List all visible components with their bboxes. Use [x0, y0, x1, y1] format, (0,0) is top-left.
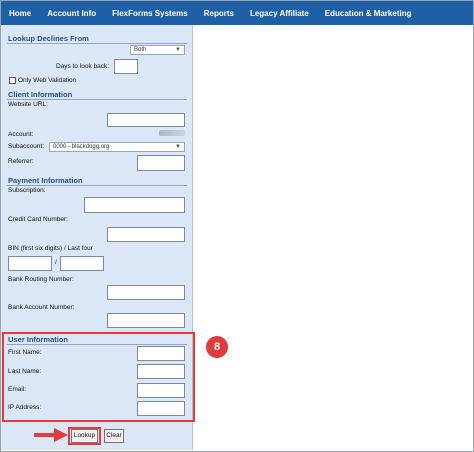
section-divider: [7, 185, 187, 186]
decline-type-value: Both: [134, 47, 147, 53]
referrer-label: Referrer:: [8, 158, 34, 165]
days-input[interactable]: [114, 59, 138, 74]
website-label: Website URL:: [8, 101, 48, 108]
user-info-highlight: [2, 332, 195, 422]
nav-reports[interactable]: Reports: [196, 9, 242, 18]
payment-section-title: Payment Information: [8, 176, 83, 185]
chevron-down-icon: ▼: [175, 47, 181, 53]
subscription-label: Subscription:: [8, 187, 46, 194]
subaccount-value: 0000 - blackdogg.org: [53, 144, 110, 150]
only-web-checkbox[interactable]: [9, 77, 16, 84]
nav-legacy-affiliate[interactable]: Legacy Affiliate: [242, 9, 317, 18]
subaccount-select[interactable]: 0000 - blackdogg.org ▼: [49, 142, 185, 152]
nav-education-marketing[interactable]: Education & Marketing: [317, 9, 420, 18]
subscription-input[interactable]: [84, 197, 185, 213]
nav-account-info[interactable]: Account Info: [39, 9, 104, 18]
decline-type-select[interactable]: Both ▼: [130, 45, 185, 55]
bin-input[interactable]: [8, 256, 52, 271]
lookup-section-title: Lookup Declines From: [8, 34, 89, 43]
routing-label: Bank Routing Number:: [8, 276, 74, 283]
referrer-input[interactable]: [137, 155, 185, 171]
only-web-label: Only Web Validation: [18, 77, 77, 84]
last-four-input[interactable]: [60, 256, 104, 271]
subaccount-label: Subaccount:: [8, 143, 45, 150]
bin-separator: /: [55, 259, 57, 266]
routing-number-input[interactable]: [107, 285, 185, 300]
client-section-title: Client Information: [8, 90, 73, 99]
nav-flexforms-systems[interactable]: FlexForms Systems: [104, 9, 196, 18]
chevron-down-icon: ▼: [175, 144, 181, 150]
arrow-right-icon: [34, 428, 68, 442]
section-divider: [7, 99, 187, 100]
card-number-input[interactable]: [107, 227, 185, 242]
days-label: Days to look back:: [56, 63, 110, 70]
card-label: Credit Card Number:: [8, 216, 68, 223]
website-input[interactable]: [107, 113, 185, 127]
bin-label: BIN (first six digits) / Last four: [8, 245, 93, 252]
bank-account-input[interactable]: [107, 313, 185, 328]
account-value-redacted: [159, 130, 185, 136]
bank-account-label: Bank Account Number:: [8, 304, 75, 311]
nav-home[interactable]: Home: [1, 9, 39, 18]
top-nav: Home Account Info FlexForms Systems Repo…: [1, 1, 473, 25]
lookup-button[interactable]: Lookup: [71, 429, 98, 443]
clear-button[interactable]: Clear: [104, 429, 124, 443]
step-badge: 8: [206, 336, 228, 358]
account-label: Account:: [8, 131, 34, 138]
section-divider: [7, 43, 187, 44]
